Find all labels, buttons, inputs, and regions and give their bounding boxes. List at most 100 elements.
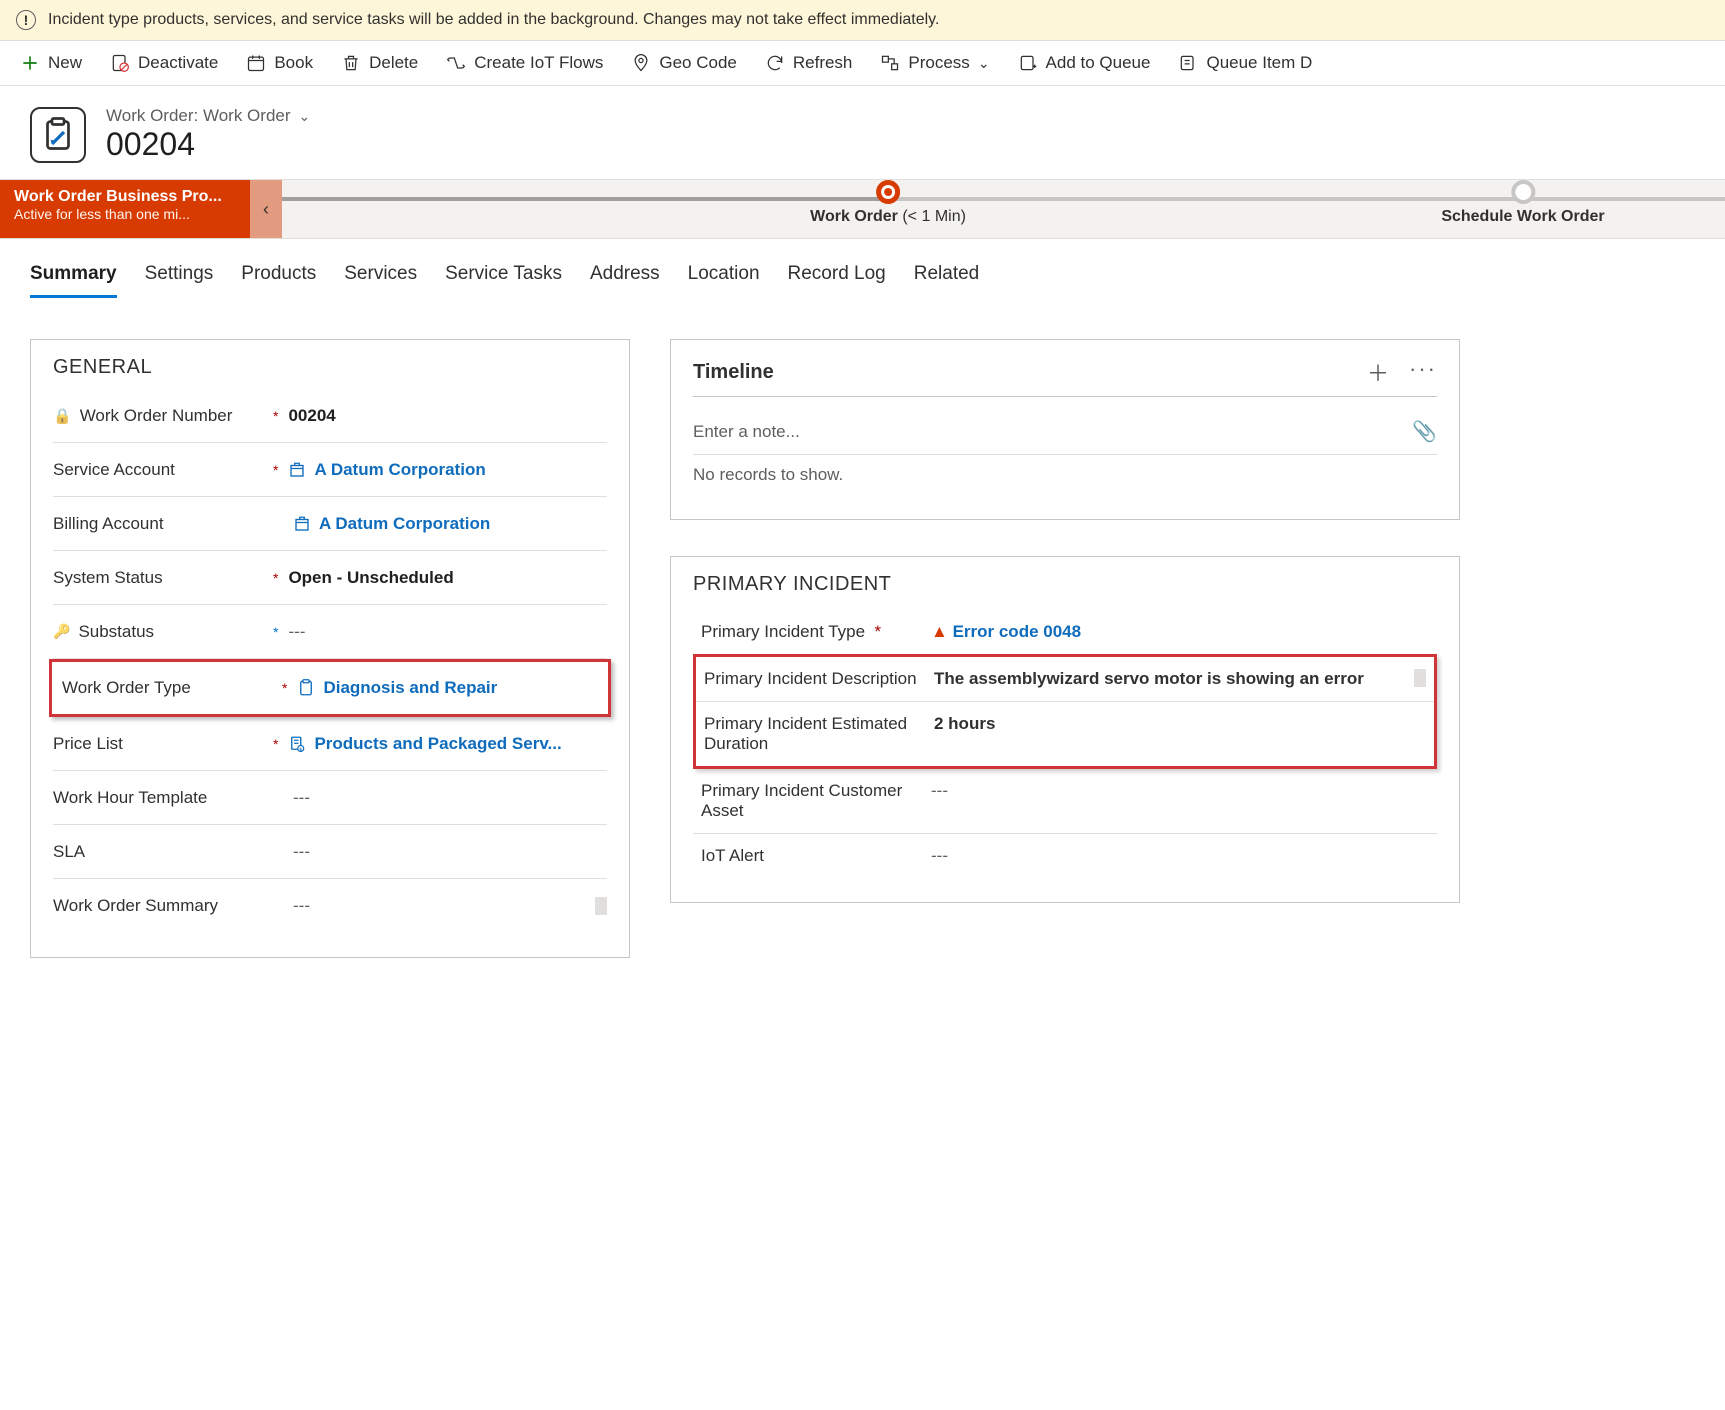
warning-triangle-icon: ▲: [931, 622, 948, 641]
lookup-service-account[interactable]: A Datum Corporation: [288, 460, 607, 480]
value-sla[interactable]: ---: [293, 842, 607, 862]
queue-item-details-button[interactable]: Queue Item D: [1178, 53, 1312, 73]
timeline-note-input[interactable]: Enter a note... 📎: [693, 409, 1437, 455]
field-sla[interactable]: SLA ---: [53, 825, 607, 879]
tab-summary[interactable]: Summary: [30, 263, 117, 298]
form-tabs: Summary Settings Products Services Servi…: [0, 239, 1725, 299]
tab-products[interactable]: Products: [241, 263, 316, 298]
notification-text: Incident type products, services, and se…: [48, 11, 939, 29]
tab-services[interactable]: Services: [344, 263, 417, 298]
incident-highlight-box: Primary Incident Description The assembl…: [693, 654, 1437, 769]
form-selector[interactable]: Work Order: Work Order ⌄: [106, 106, 310, 126]
value-primary-incident-duration[interactable]: 2 hours: [934, 714, 1426, 734]
deactivate-button[interactable]: Deactivate: [110, 53, 218, 73]
pricelist-icon: $: [288, 735, 306, 753]
chevron-down-icon: ⌄: [978, 55, 990, 72]
key-icon: 🔑: [53, 623, 70, 640]
tab-location[interactable]: Location: [688, 263, 760, 298]
tab-service-tasks[interactable]: Service Tasks: [445, 263, 562, 298]
attachment-icon[interactable]: 📎: [1412, 419, 1437, 444]
lookup-primary-incident-type[interactable]: ▲ Error code 0048: [931, 622, 1429, 642]
process-button[interactable]: Process ⌄: [880, 53, 989, 73]
section-title-general: GENERAL: [53, 356, 607, 379]
work-order-entity-icon: [30, 107, 86, 163]
section-timeline: Timeline ＋ ··· Enter a note... 📎 No reco…: [670, 339, 1460, 520]
flow-icon: [446, 53, 466, 73]
stage-dot-icon: [1511, 180, 1535, 204]
field-primary-incident-duration[interactable]: Primary Incident Estimated Duration 2 ho…: [696, 702, 1434, 766]
stage-active-dot-icon: [876, 180, 900, 204]
field-primary-incident-description[interactable]: Primary Incident Description The assembl…: [696, 657, 1434, 702]
timeline-empty-text: No records to show.: [693, 455, 1437, 495]
bpf-name[interactable]: Work Order Business Pro... Active for le…: [0, 180, 250, 238]
scrollbar-handle[interactable]: [595, 897, 607, 915]
section-primary-incident: PRIMARY INCIDENT Primary Incident Type *…: [670, 556, 1460, 903]
account-icon: [288, 461, 306, 479]
recommended-indicator: *: [273, 624, 278, 640]
required-indicator: *: [273, 408, 278, 424]
field-system-status[interactable]: System Status * Open - Unscheduled: [53, 551, 607, 605]
warning-icon: !: [16, 10, 36, 30]
field-work-order-number[interactable]: 🔒 Work Order Number * 00204: [53, 389, 607, 443]
business-process-flow: Work Order Business Pro... Active for le…: [0, 179, 1725, 239]
value-system-status[interactable]: Open - Unscheduled: [288, 568, 607, 588]
trash-icon: [341, 53, 361, 73]
field-work-order-summary[interactable]: Work Order Summary ---: [53, 879, 607, 933]
section-general: GENERAL 🔒 Work Order Number * 00204 Serv…: [30, 339, 630, 958]
field-primary-incident-asset[interactable]: Primary Incident Customer Asset ---: [693, 769, 1437, 834]
command-bar: New Deactivate Book Delete Create IoT Fl…: [0, 41, 1725, 86]
record-title: 00204: [106, 126, 310, 163]
lookup-work-order-type[interactable]: Diagnosis and Repair: [297, 678, 598, 698]
field-work-order-type[interactable]: Work Order Type * Diagnosis and Repair: [49, 659, 611, 717]
lock-icon: 🔒: [53, 407, 72, 425]
required-indicator: *: [273, 570, 278, 586]
required-indicator: *: [273, 736, 278, 752]
value-work-hour-template[interactable]: ---: [293, 788, 607, 808]
refresh-icon: [765, 53, 785, 73]
scrollbar-handle[interactable]: [1414, 669, 1426, 687]
tab-record-log[interactable]: Record Log: [788, 263, 886, 298]
plus-icon: [20, 53, 40, 73]
form-body: GENERAL 🔒 Work Order Number * 00204 Serv…: [0, 299, 1725, 998]
calendar-icon: [246, 53, 266, 73]
timeline-add-button[interactable]: ＋: [1367, 356, 1389, 388]
timeline-more-button[interactable]: ···: [1409, 356, 1437, 388]
field-work-hour-template[interactable]: Work Hour Template ---: [53, 771, 607, 825]
lookup-billing-account[interactable]: A Datum Corporation: [293, 514, 607, 534]
field-billing-account[interactable]: Billing Account A Datum Corporation: [53, 497, 607, 551]
lookup-price-list[interactable]: $ Products and Packaged Serv...: [288, 734, 607, 754]
field-iot-alert[interactable]: IoT Alert ---: [693, 834, 1437, 878]
bpf-stage-work-order[interactable]: Work Order (< 1 Min): [810, 180, 966, 226]
tab-settings[interactable]: Settings: [145, 263, 214, 298]
field-price-list[interactable]: Price List * $ Products and Packaged Ser…: [53, 717, 607, 771]
value-substatus[interactable]: ---: [288, 622, 607, 642]
refresh-button[interactable]: Refresh: [765, 53, 853, 73]
chevron-down-icon: ⌄: [299, 108, 311, 125]
deactivate-icon: [110, 53, 130, 73]
timeline-title: Timeline: [693, 361, 774, 384]
required-indicator: *: [282, 680, 287, 696]
value-primary-incident-description[interactable]: The assemblywizard servo motor is showin…: [934, 669, 1426, 689]
clipboard-icon: [297, 679, 315, 697]
bpf-collapse-button[interactable]: ‹: [250, 180, 282, 238]
geo-code-button[interactable]: Geo Code: [631, 53, 737, 73]
book-button[interactable]: Book: [246, 53, 313, 73]
queue-add-icon: [1018, 53, 1038, 73]
field-service-account[interactable]: Service Account * A Datum Corporation: [53, 443, 607, 497]
create-iot-flows-button[interactable]: Create IoT Flows: [446, 53, 603, 73]
value-primary-incident-asset[interactable]: ---: [931, 781, 1429, 801]
account-icon: [293, 515, 311, 533]
field-substatus[interactable]: 🔑 Substatus * ---: [53, 605, 607, 659]
delete-button[interactable]: Delete: [341, 53, 418, 73]
map-pin-icon: [631, 53, 651, 73]
tab-related[interactable]: Related: [914, 263, 980, 298]
queue-item-icon: [1178, 53, 1198, 73]
process-icon: [880, 53, 900, 73]
bpf-stage-schedule[interactable]: Schedule Work Order: [1441, 180, 1604, 226]
value-work-order-summary[interactable]: ---: [293, 896, 607, 916]
add-to-queue-button[interactable]: Add to Queue: [1018, 53, 1151, 73]
field-primary-incident-type[interactable]: Primary Incident Type * ▲ Error code 004…: [693, 610, 1437, 654]
new-button[interactable]: New: [20, 53, 82, 73]
value-iot-alert[interactable]: ---: [931, 846, 1429, 866]
tab-address[interactable]: Address: [590, 263, 660, 298]
